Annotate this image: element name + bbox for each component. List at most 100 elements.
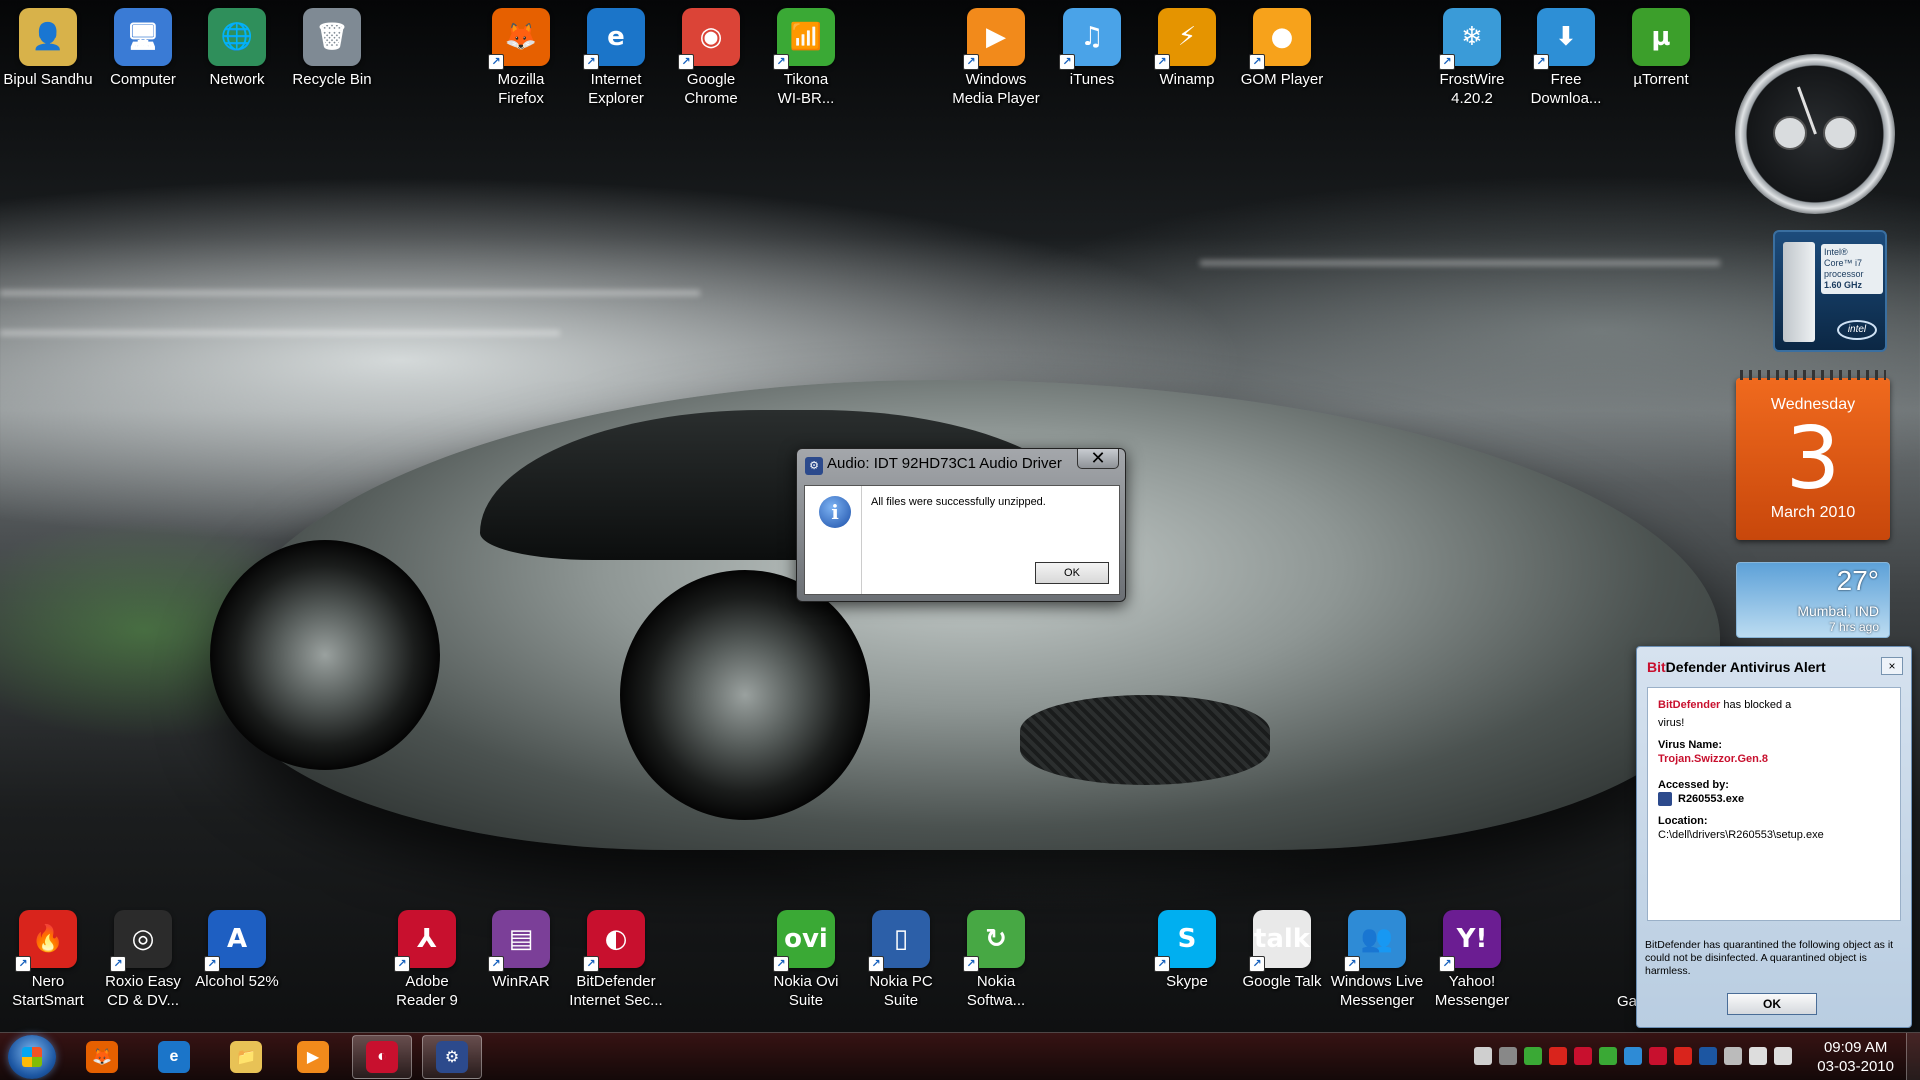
tray-green-icon[interactable] <box>1524 1047 1542 1065</box>
taskbar-clock[interactable]: 09:09 AM 03-03-2010 <box>1817 1038 1894 1076</box>
desktop-icon-skype[interactable]: S ↗ Skype <box>1139 910 1235 991</box>
tray-ovi-icon[interactable] <box>1599 1047 1617 1065</box>
desktop-icon-wmp[interactable]: ▶ ↗ Windows Media Player <box>948 8 1044 108</box>
yahoo-messenger-icon: Y! ↗ <box>1439 910 1501 972</box>
nokia-software-icon: ↻ ↗ <box>963 910 1025 972</box>
desktop-icon-label: Computer <box>110 71 176 88</box>
computer-icon: 🖥 <box>114 8 172 66</box>
desktop-icon-frostwire[interactable]: ❄ ↗ FrostWire 4.20.2 <box>1424 8 1520 108</box>
desktop-icon-label: FrostWire 4.20.2 <box>1439 71 1505 107</box>
volume-icon[interactable] <box>1774 1047 1792 1065</box>
shortcut-arrow-icon: ↗ <box>963 956 979 972</box>
desktop-icon-nero[interactable]: 🔥 ↗ Nero StartSmart <box>0 910 96 1010</box>
tray-app-icon[interactable] <box>1474 1047 1492 1065</box>
desktop-icon-bitdefender[interactable]: ◐ ↗ BitDefender Internet Sec... <box>568 910 664 1010</box>
accessed-by-label: Accessed by: <box>1658 779 1729 791</box>
alcohol-icon: A ↗ <box>204 910 266 972</box>
folder-icon: 📁 <box>230 1041 262 1073</box>
winrar-icon: ▤ ↗ <box>488 910 550 972</box>
alert-blocked-text: has blocked a <box>1723 699 1792 711</box>
shortcut-arrow-icon: ↗ <box>1439 956 1455 972</box>
desktop-icon-ie[interactable]: e ↗ Internet Explorer <box>568 8 664 108</box>
tray-monitor-icon[interactable] <box>1499 1047 1517 1065</box>
shortcut-arrow-icon: ↗ <box>488 956 504 972</box>
audio-driver-dialog: ⚙ Audio: IDT 92HD73C1 Audio Driver ✕ i A… <box>796 448 1126 602</box>
desktop-icon-computer[interactable]: 🖥 Computer <box>95 8 191 89</box>
desktop-icon-label: Google Talk <box>1242 973 1322 990</box>
desktop-icon-winrar[interactable]: ▤ ↗ WinRAR <box>473 910 569 991</box>
intel-cpu-gadget[interactable]: Intel® Core™ i7 processor 1.60 GHz intel <box>1773 230 1887 352</box>
tray-alert-icon[interactable] <box>1649 1047 1667 1065</box>
desktop-icon-bipul-sandhu[interactable]: 👤 Bipul Sandhu <box>0 8 96 89</box>
desktop-icon-nokia-sw[interactable]: ↻ ↗ Nokia Softwa... <box>948 910 1044 1010</box>
cpu-speed: 1.60 GHz <box>1824 280 1863 290</box>
desktop-icon-itunes[interactable]: ♫ ↗ iTunes <box>1044 8 1140 89</box>
desktop-icon-label: Yahoo! Messenger <box>1434 973 1510 1009</box>
tray-red-icon[interactable] <box>1549 1047 1567 1065</box>
desktop-icon-firefox[interactable]: 🦊 ↗ Mozilla Firefox <box>473 8 569 108</box>
battery-icon[interactable] <box>1749 1047 1767 1065</box>
desktop-icon-label: Alcohol 52% <box>195 973 279 990</box>
dialog-close-button[interactable]: ✕ <box>1077 449 1119 469</box>
desktop-icon-free-download[interactable]: ⬇ ↗ Free Downloa... <box>1518 8 1614 108</box>
shortcut-arrow-icon: ↗ <box>394 956 410 972</box>
download-icon: ⬇ ↗ <box>1533 8 1595 70</box>
dialog-ok-button[interactable]: OK <box>1035 562 1109 584</box>
desktop-icon-label: Mozilla Firefox <box>497 71 545 107</box>
light-streak <box>0 330 560 336</box>
taskbar-button-wmp[interactable]: ▶ <box>283 1035 343 1079</box>
desktop-icon-utorrent[interactable]: µ µTorrent <box>1613 8 1709 89</box>
clock-gadget[interactable] <box>1735 54 1895 214</box>
weather-gadget[interactable]: 27° Mumbai, IND 7 hrs ago <box>1736 562 1890 638</box>
desktop-icon-nokia-pc[interactable]: ▯ ↗ Nokia PC Suite <box>853 910 949 1010</box>
show-desktop-button[interactable] <box>1906 1033 1920 1080</box>
alert-ok-button[interactable]: OK <box>1727 993 1817 1015</box>
shortcut-arrow-icon: ↗ <box>583 54 599 70</box>
desktop-icon-winamp[interactable]: ⚡ ↗ Winamp <box>1139 8 1235 89</box>
tray-arrow-icon[interactable] <box>1724 1047 1742 1065</box>
desktop-icon-adobe[interactable]: ⅄ ↗ Adobe Reader 9 <box>379 910 475 1010</box>
winamp-icon: ⚡ ↗ <box>1154 8 1216 70</box>
nokia-ovi-icon: ovi ↗ <box>773 910 835 972</box>
desktop-icon-yahoo[interactable]: Y! ↗ Yahoo! Messenger <box>1424 910 1520 1010</box>
bluetooth-icon[interactable] <box>1699 1047 1717 1065</box>
taskbar-button-firefox[interactable]: 🦊 <box>72 1035 132 1079</box>
shortcut-arrow-icon: ↗ <box>1249 54 1265 70</box>
desktop-icon-roxio[interactable]: ◎ ↗ Roxio Easy CD & DV... <box>95 910 191 1010</box>
desktop-icon-gtalk[interactable]: talk ↗ Google Talk <box>1234 910 1330 991</box>
tray-flag-icon[interactable] <box>1674 1047 1692 1065</box>
taskbar-button-installer[interactable]: ⚙ <box>422 1035 482 1079</box>
desktop-icon-label: BitDefender Internet Sec... <box>569 973 663 1009</box>
light-streak <box>1200 260 1720 266</box>
desktop-icon-gom[interactable]: ● ↗ GOM Player <box>1234 8 1330 89</box>
alert-brand: BitDefender <box>1658 699 1721 711</box>
clock-date: 03-03-2010 <box>1817 1058 1894 1075</box>
partial-icon-label[interactable]: Ga <box>1617 993 1637 1010</box>
tray-bitdefender-icon[interactable] <box>1574 1047 1592 1065</box>
desktop-icon-label: µTorrent <box>1633 71 1689 88</box>
taskbar-button-explorer[interactable]: 📁 <box>216 1035 276 1079</box>
light-streak <box>0 290 700 296</box>
location-label: Location: <box>1658 815 1708 828</box>
desktop-icon-ovi[interactable]: ovi ↗ Nokia Ovi Suite <box>758 910 854 1010</box>
alert-blocked-text2: virus! <box>1658 717 1685 729</box>
utorrent-icon: µ <box>1632 8 1690 66</box>
desktop-icon-chrome[interactable]: ◉ ↗ Google Chrome <box>663 8 759 108</box>
desktop-icon-wlm[interactable]: 👥 ↗ Windows Live Messenger <box>1329 910 1425 1010</box>
desktop-icon-recycle-bin[interactable]: 🗑 Recycle Bin <box>284 8 380 89</box>
tray-network-icon[interactable] <box>1624 1047 1642 1065</box>
calendar-month-year: March 2010 <box>1770 504 1856 521</box>
taskbar-button-bitdefender[interactable]: ◐ <box>352 1035 412 1079</box>
calendar-gadget[interactable]: Wednesday 3 March 2010 <box>1736 370 1890 540</box>
desktop-icon-tikona[interactable]: 📶 ↗ Tikona WI-BR... <box>758 8 854 108</box>
media-player-icon: ▶ ↗ <box>963 8 1025 70</box>
desktop-icon-network[interactable]: 🌐 Network <box>189 8 285 89</box>
desktop-icon-alcohol[interactable]: A ↗ Alcohol 52% <box>189 910 285 991</box>
shortcut-arrow-icon: ↗ <box>488 54 504 70</box>
alert-close-button[interactable]: × <box>1881 657 1903 675</box>
shortcut-arrow-icon: ↗ <box>1059 54 1075 70</box>
cpu-type: processor <box>1824 269 1864 279</box>
internet-explorer-icon: e <box>158 1041 190 1073</box>
start-button[interactable] <box>8 1035 56 1079</box>
taskbar-button-ie[interactable]: e <box>144 1035 204 1079</box>
